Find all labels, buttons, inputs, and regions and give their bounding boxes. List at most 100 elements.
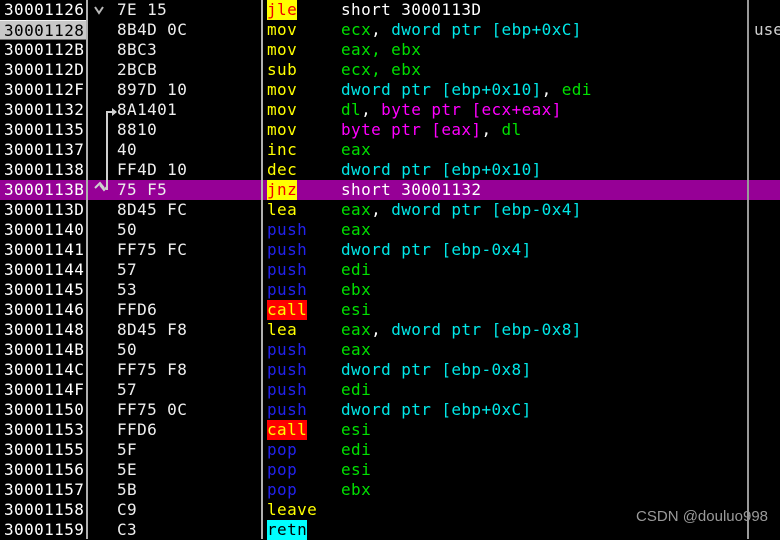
operands-cell[interactable]: dl, byte ptr [ecx+eax] [341,100,562,120]
mnemonic-cell[interactable]: pop [267,440,297,460]
address-cell[interactable]: 30001159 [0,520,86,540]
operands-cell[interactable]: short 30001132 [341,180,481,200]
mnemonic-cell[interactable]: jnz [267,180,298,200]
address-cell[interactable]: 3000112D [0,60,86,80]
address-cell[interactable]: 30001141 [0,240,86,260]
address-cell[interactable]: 30001158 [0,500,86,520]
mnemonic-cell[interactable]: push [267,400,307,420]
address-cell[interactable]: 3000114B [0,340,86,360]
instruction-row[interactable]: 30001128 8B4D 0C mov ecx, dword ptr [ebp+0x… [0,20,780,40]
address-cell[interactable]: 30001135 [0,120,86,140]
address-cell[interactable]: 30001140 [0,220,86,240]
address-cell[interactable]: 30001156 [0,460,86,480]
mnemonic-cell[interactable]: dec [267,160,297,180]
instruction-row[interactable]: 30001155 5F pop edi [0,440,780,460]
instruction-row[interactable]: 3000112F 897D 10 mov dword ptr [ebp+0x10], … [0,80,780,100]
mnemonic-cell[interactable]: push [267,280,307,300]
operands-cell[interactable]: dword ptr [ebp+0xC] [341,400,532,420]
mnemonic-cell[interactable]: retn [267,520,308,540]
address-cell[interactable]: 30001155 [0,440,86,460]
operands-cell[interactable]: dword ptr [ebp+0x10], edi [341,80,592,100]
address-cell[interactable]: 30001137 [0,140,86,160]
operands-cell[interactable]: edi [341,380,371,400]
instruction-row[interactable]: 3000114C FF75 F8 push dword ptr [ebp-0x8] [0,360,780,380]
instruction-row[interactable]: 3000112D 2BCB sub ecx, ebx [0,60,780,80]
mnemonic-cell[interactable]: lea [267,200,297,220]
mnemonic-cell[interactable]: lea [267,320,297,340]
address-cell[interactable]: 3000113D [0,200,86,220]
operands-cell[interactable]: esi [341,300,371,320]
instruction-row[interactable]: 3000114B 50 push eax [0,340,780,360]
mnemonic-cell[interactable]: mov [267,80,297,100]
instruction-row[interactable]: 30001138 FF4D 10 dec dword ptr [ebp+0x10] [0,160,780,180]
operands-cell[interactable]: edi [341,440,371,460]
disassembly-view[interactable]: 30001126 7E 15 jle short 3000113D 30001128 8B… [0,0,780,540]
mnemonic-cell[interactable]: call [267,420,308,440]
mnemonic-cell[interactable]: leave [267,500,317,520]
operands-cell[interactable]: dword ptr [ebp+0x10] [341,160,542,180]
instruction-row[interactable]: 30001137 40 inc eax [0,140,780,160]
mnemonic-cell[interactable]: pop [267,480,297,500]
mnemonic-cell[interactable]: mov [267,40,297,60]
mnemonic-cell[interactable]: push [267,360,307,380]
instruction-row[interactable]: 30001153 FFD6 call esi [0,420,780,440]
instruction-row[interactable]: 30001140 50 push eax [0,220,780,240]
address-cell[interactable]: 3000112F [0,80,86,100]
mnemonic-cell[interactable]: pop [267,460,297,480]
address-cell[interactable]: 30001145 [0,280,86,300]
mnemonic-cell[interactable]: mov [267,20,297,40]
address-cell[interactable]: 3000114F [0,380,86,400]
address-cell[interactable]: 30001128 [0,20,86,40]
address-cell[interactable]: 30001138 [0,160,86,180]
address-cell[interactable]: 3000113B [0,180,86,200]
operands-cell[interactable]: eax, ebx [341,40,421,60]
address-cell[interactable]: 30001150 [0,400,86,420]
instruction-row[interactable]: 3000112B 8BC3 mov eax, ebx [0,40,780,60]
mnemonic-cell[interactable]: mov [267,120,297,140]
mnemonic-cell[interactable]: mov [267,100,297,120]
address-cell[interactable]: 30001126 [0,0,86,20]
instruction-row[interactable]: 30001150 FF75 0C push dword ptr [ebp+0xC] [0,400,780,420]
instruction-row[interactable]: 3000114F 57 push edi [0,380,780,400]
instruction-row[interactable]: 30001145 53 push ebx [0,280,780,300]
mnemonic-cell[interactable]: push [267,380,307,400]
instruction-row[interactable]: 3000113B 75 F5 jnz short 30001132 [0,180,780,200]
mnemonic-cell[interactable]: call [267,300,308,320]
instruction-row[interactable]: 30001156 5E pop esi [0,460,780,480]
instruction-row[interactable]: 30001141 FF75 FC push dword ptr [ebp-0x4] [0,240,780,260]
operands-cell[interactable]: esi [341,420,371,440]
operands-cell[interactable]: eax, dword ptr [ebp-0x8] [341,320,582,340]
mnemonic-cell[interactable]: push [267,340,307,360]
address-cell[interactable]: 30001153 [0,420,86,440]
mnemonic-cell[interactable]: jle [267,0,298,20]
operands-cell[interactable]: esi [341,460,371,480]
address-cell[interactable]: 30001132 [0,100,86,120]
mnemonic-cell[interactable]: push [267,240,307,260]
address-cell[interactable]: 30001144 [0,260,86,280]
operands-cell[interactable]: ecx, ebx [341,60,421,80]
address-cell[interactable]: 30001157 [0,480,86,500]
mnemonic-cell[interactable]: sub [267,60,297,80]
operands-cell[interactable]: edi [341,260,371,280]
operands-cell[interactable]: eax [341,140,371,160]
operands-cell[interactable]: ebx [341,280,371,300]
instruction-row[interactable]: 30001132 8A1401 mov dl, byte ptr [ecx+eax] [0,100,780,120]
address-cell[interactable]: 30001148 [0,320,86,340]
operands-cell[interactable]: dword ptr [ebp-0x8] [341,360,532,380]
mnemonic-cell[interactable]: push [267,260,307,280]
instruction-row[interactable]: 30001135 8810 mov byte ptr [eax], dl [0,120,780,140]
instruction-row[interactable]: 30001126 7E 15 jle short 3000113D [0,0,780,20]
address-cell[interactable]: 30001146 [0,300,86,320]
operands-cell[interactable]: ebx [341,480,371,500]
mnemonic-cell[interactable]: push [267,220,307,240]
operands-cell[interactable]: dword ptr [ebp-0x4] [341,240,532,260]
instruction-row[interactable]: 30001157 5B pop ebx [0,480,780,500]
instruction-row[interactable]: 30001144 57 push edi [0,260,780,280]
mnemonic-cell[interactable]: inc [267,140,297,160]
address-cell[interactable]: 3000114C [0,360,86,380]
operands-cell[interactable]: byte ptr [eax], dl [341,120,522,140]
operands-cell[interactable]: eax [341,220,371,240]
instruction-row[interactable]: 30001146 FFD6 call esi [0,300,780,320]
operands-cell[interactable]: ecx, dword ptr [ebp+0xC] [341,20,582,40]
operands-cell[interactable]: eax [341,340,371,360]
